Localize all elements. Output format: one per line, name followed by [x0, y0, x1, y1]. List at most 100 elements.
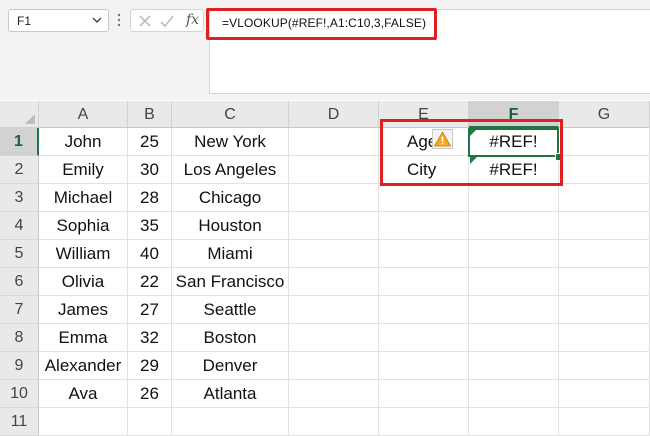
cell-g10[interactable]	[559, 380, 650, 408]
row-header-8[interactable]: 8	[0, 324, 39, 352]
cell-c7[interactable]: Seattle	[172, 296, 289, 324]
row-header-3[interactable]: 3	[0, 184, 39, 212]
cell-e3[interactable]	[379, 184, 469, 212]
cell-f7[interactable]	[469, 296, 559, 324]
cell-c3[interactable]: Chicago	[172, 184, 289, 212]
cell-b6[interactable]: 22	[128, 268, 172, 296]
cell-c2[interactable]: Los Angeles	[172, 156, 289, 184]
name-box-value: F1	[17, 14, 32, 28]
cell-a7[interactable]: James	[39, 296, 128, 324]
formula-highlight-box	[206, 8, 437, 40]
cell-b2[interactable]: 30	[128, 156, 172, 184]
cell-f8[interactable]	[469, 324, 559, 352]
cell-g4[interactable]	[559, 212, 650, 240]
cell-f10[interactable]	[469, 380, 559, 408]
cell-g5[interactable]	[559, 240, 650, 268]
cell-a11[interactable]	[39, 408, 128, 436]
cell-f4[interactable]	[469, 212, 559, 240]
cell-g9[interactable]	[559, 352, 650, 380]
cell-g6[interactable]	[559, 268, 650, 296]
chevron-down-icon[interactable]	[92, 15, 102, 25]
cell-a2[interactable]: Emily	[39, 156, 128, 184]
row-header-5[interactable]: 5	[0, 240, 39, 268]
column-header-a[interactable]: A	[39, 101, 128, 128]
cell-e6[interactable]	[379, 268, 469, 296]
cell-c10[interactable]: Atlanta	[172, 380, 289, 408]
select-all-corner[interactable]	[0, 101, 39, 128]
cell-b8[interactable]: 32	[128, 324, 172, 352]
result-highlight-box	[380, 119, 563, 186]
cell-a8[interactable]: Emma	[39, 324, 128, 352]
cell-f5[interactable]	[469, 240, 559, 268]
select-all-icon	[25, 114, 35, 124]
cell-c4[interactable]: Houston	[172, 212, 289, 240]
row-header-1[interactable]: 1	[0, 128, 39, 156]
column-header-c[interactable]: C	[172, 101, 289, 128]
cell-c6[interactable]: San Francisco	[172, 268, 289, 296]
row-header-10[interactable]: 10	[0, 380, 39, 408]
cell-a10[interactable]: Ava	[39, 380, 128, 408]
cell-d6[interactable]	[289, 268, 379, 296]
cell-b3[interactable]: 28	[128, 184, 172, 212]
cell-g1[interactable]	[559, 128, 650, 156]
cell-c5[interactable]: Miami	[172, 240, 289, 268]
column-header-d[interactable]: D	[289, 101, 379, 128]
cell-a1[interactable]: John	[39, 128, 128, 156]
cell-f6[interactable]	[469, 268, 559, 296]
cell-c11[interactable]	[172, 408, 289, 436]
cell-g7[interactable]	[559, 296, 650, 324]
cell-c9[interactable]: Denver	[172, 352, 289, 380]
cell-d4[interactable]	[289, 212, 379, 240]
cell-a3[interactable]: Michael	[39, 184, 128, 212]
cell-f11[interactable]	[469, 408, 559, 436]
cell-e10[interactable]	[379, 380, 469, 408]
cell-g3[interactable]	[559, 184, 650, 212]
cell-d7[interactable]	[289, 296, 379, 324]
cancel-icon[interactable]	[137, 13, 153, 29]
cell-d11[interactable]	[289, 408, 379, 436]
cell-e5[interactable]	[379, 240, 469, 268]
more-options-icon[interactable]	[116, 12, 122, 28]
row-header-11[interactable]: 11	[0, 408, 39, 436]
cell-g11[interactable]	[559, 408, 650, 436]
row-header-6[interactable]: 6	[0, 268, 39, 296]
cell-b1[interactable]: 25	[128, 128, 172, 156]
cell-a4[interactable]: Sophia	[39, 212, 128, 240]
cell-d1[interactable]	[289, 128, 379, 156]
cell-e9[interactable]	[379, 352, 469, 380]
cell-f9[interactable]	[469, 352, 559, 380]
cell-a6[interactable]: Olivia	[39, 268, 128, 296]
insert-function-icon[interactable]: fx	[186, 12, 199, 28]
row-header-7[interactable]: 7	[0, 296, 39, 324]
cell-d5[interactable]	[289, 240, 379, 268]
cell-d3[interactable]	[289, 184, 379, 212]
cell-c1[interactable]: New York	[172, 128, 289, 156]
cell-b4[interactable]: 35	[128, 212, 172, 240]
cell-b9[interactable]: 29	[128, 352, 172, 380]
cell-e8[interactable]	[379, 324, 469, 352]
cell-a5[interactable]: William	[39, 240, 128, 268]
cell-f3[interactable]	[469, 184, 559, 212]
cell-e4[interactable]	[379, 212, 469, 240]
cell-c8[interactable]: Boston	[172, 324, 289, 352]
cell-b5[interactable]: 40	[128, 240, 172, 268]
row-header-2[interactable]: 2	[0, 156, 39, 184]
cell-a9[interactable]: Alexander	[39, 352, 128, 380]
column-header-b[interactable]: B	[128, 101, 172, 128]
cell-d10[interactable]	[289, 380, 379, 408]
cell-b10[interactable]: 26	[128, 380, 172, 408]
row-header-9[interactable]: 9	[0, 352, 39, 380]
cell-b11[interactable]	[128, 408, 172, 436]
cell-d2[interactable]	[289, 156, 379, 184]
name-box[interactable]: F1	[8, 9, 109, 32]
column-header-g[interactable]: G	[559, 101, 650, 128]
row-header-4[interactable]: 4	[0, 212, 39, 240]
cell-e11[interactable]	[379, 408, 469, 436]
cell-e7[interactable]	[379, 296, 469, 324]
cell-g8[interactable]	[559, 324, 650, 352]
cell-d8[interactable]	[289, 324, 379, 352]
cell-d9[interactable]	[289, 352, 379, 380]
cell-b7[interactable]: 27	[128, 296, 172, 324]
enter-check-icon[interactable]	[159, 13, 175, 29]
cell-g2[interactable]	[559, 156, 650, 184]
